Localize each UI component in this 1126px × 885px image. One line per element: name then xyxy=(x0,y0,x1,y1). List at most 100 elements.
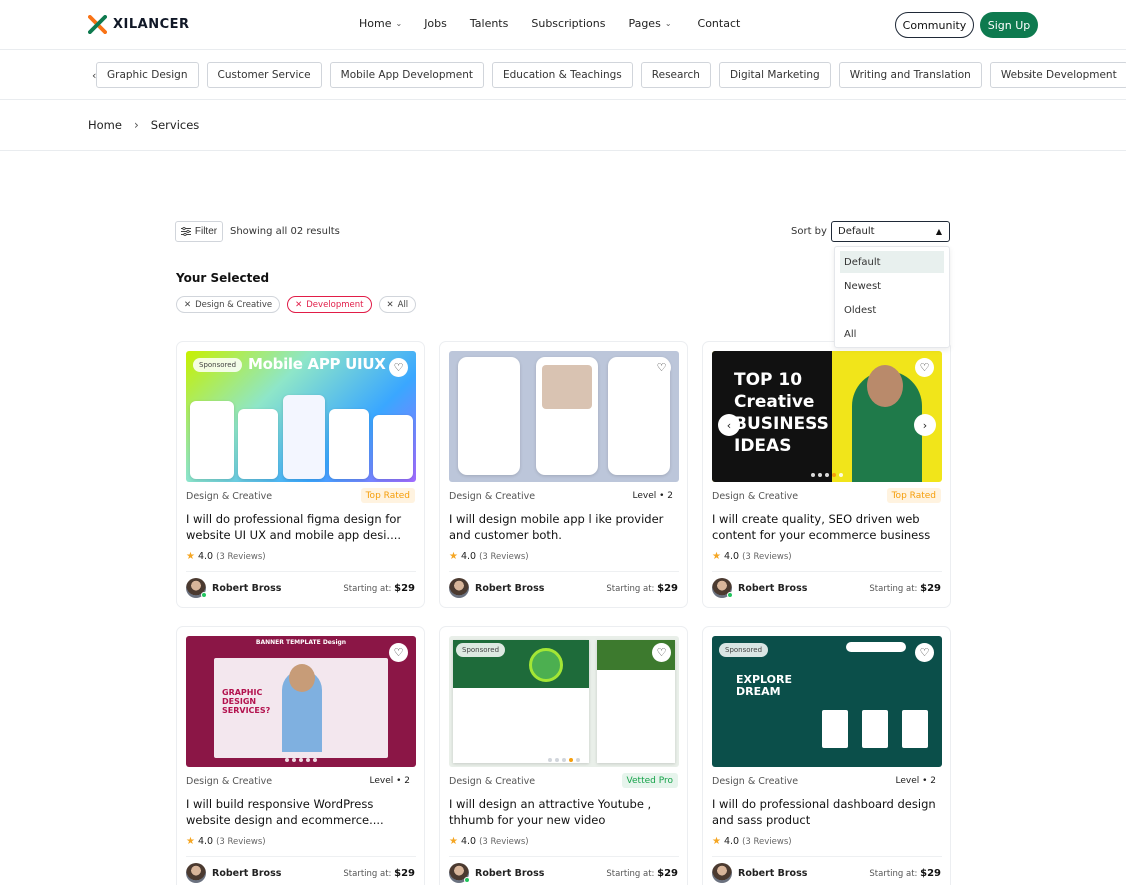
carousel-dot[interactable] xyxy=(285,758,289,762)
service-thumbnail[interactable]: ♡ xyxy=(449,351,679,482)
close-icon[interactable]: ✕ xyxy=(387,300,394,310)
sort-option-oldest[interactable]: Oldest xyxy=(840,299,944,321)
carousel-dot[interactable] xyxy=(313,758,317,762)
card-author[interactable]: Robert Bross xyxy=(186,863,281,883)
breadcrumb: Home › Services xyxy=(88,118,199,132)
card-title[interactable]: I will design mobile app l ike provider … xyxy=(449,511,681,543)
nav-jobs[interactable]: Jobs xyxy=(424,17,447,30)
nav-home-label: Home xyxy=(359,17,392,30)
sort-select[interactable]: Default ▲ xyxy=(831,221,950,242)
review-count: (3 Reviews) xyxy=(742,836,792,847)
heart-icon[interactable]: ♡ xyxy=(915,358,934,377)
category-graphic-design[interactable]: Graphic Design xyxy=(96,62,199,88)
heart-icon[interactable]: ♡ xyxy=(652,643,671,662)
heart-icon[interactable]: ♡ xyxy=(389,643,408,662)
phone-mockup xyxy=(373,415,413,479)
nav-home[interactable]: Home ⌄ xyxy=(359,17,402,30)
hero-portrait xyxy=(529,648,563,682)
chip-development[interactable]: ✕ Development xyxy=(287,296,372,313)
card-author[interactable]: Robert Bross xyxy=(449,578,544,598)
heart-icon[interactable]: ♡ xyxy=(915,643,934,662)
signup-button[interactable]: Sign Up xyxy=(980,12,1038,38)
author-name: Robert Bross xyxy=(212,867,282,879)
chip-all[interactable]: ✕ All xyxy=(378,296,417,313)
card-category: Design & Creative xyxy=(449,776,536,787)
card-badge: Top Rated xyxy=(360,488,415,503)
card-author[interactable]: Robert Bross xyxy=(712,578,807,598)
service-thumbnail[interactable]: Mobile APP UIUX Sponsored ♡ xyxy=(186,351,416,482)
carousel-dots xyxy=(811,473,843,477)
carousel-dot[interactable] xyxy=(292,758,296,762)
chevron-right-icon[interactable]: › xyxy=(1028,69,1032,82)
service-card[interactable]: Sponsored ♡ Design & Creative Vetted Pro… xyxy=(439,626,688,885)
carousel-dot[interactable] xyxy=(818,473,822,477)
card-title[interactable]: I will do professional figma design for … xyxy=(186,511,418,543)
card-rating: ★ 4.0 (3 Reviews) xyxy=(186,836,266,847)
banner-text: GRAPHIC DESIGN SERVICES? xyxy=(222,688,271,715)
category-writing-translation[interactable]: Writing and Translation xyxy=(838,62,982,88)
avatar xyxy=(712,863,732,883)
carousel-dot[interactable] xyxy=(555,758,559,762)
community-button[interactable]: Community xyxy=(895,12,974,38)
category-mobile-app-development[interactable]: Mobile App Development xyxy=(329,62,484,88)
card-badge: Vetted Pro xyxy=(621,773,678,788)
sort-option-all[interactable]: All xyxy=(840,323,944,345)
close-icon[interactable]: ✕ xyxy=(295,300,302,310)
rating-value: 4.0 xyxy=(723,836,740,847)
heart-icon[interactable]: ♡ xyxy=(652,358,671,377)
card-author[interactable]: Robert Bross xyxy=(186,578,281,598)
filter-icon xyxy=(180,227,191,236)
nav-contact[interactable]: Contact xyxy=(698,17,741,30)
category-website-development[interactable]: Website Development xyxy=(989,62,1126,88)
service-card[interactable]: Mobile APP UIUX Sponsored ♡ Design & Cre… xyxy=(176,341,425,608)
chevron-left-icon[interactable]: ‹ xyxy=(718,414,740,436)
sort-option-default[interactable]: Default xyxy=(840,251,944,273)
card-title[interactable]: I will design an attractive Youtube , th… xyxy=(449,796,681,828)
carousel-dot[interactable] xyxy=(562,758,566,762)
heart-icon[interactable]: ♡ xyxy=(389,358,408,377)
carousel-dot[interactable] xyxy=(569,758,573,762)
product-image xyxy=(542,365,592,409)
card-author[interactable]: Robert Bross xyxy=(449,863,544,883)
service-thumbnail[interactable]: EXPLORE DREAM Sponsored ♡ xyxy=(712,636,942,767)
brand-logo[interactable]: XILANCER xyxy=(88,15,190,34)
category-research[interactable]: Research xyxy=(640,62,711,88)
card-price: Starting at: $29 xyxy=(869,868,941,879)
service-card[interactable]: TOP 10 Creative BUSINESS IDEAS ‹ › ♡ Des… xyxy=(702,341,951,608)
card-title[interactable]: I will create quality, SEO driven web co… xyxy=(712,511,944,543)
chevron-down-icon: ⌄ xyxy=(395,19,403,28)
nav-pages[interactable]: Pages ⌄ xyxy=(628,17,671,30)
carousel-dot[interactable] xyxy=(548,758,552,762)
chip-design-creative[interactable]: ✕ Design & Creative xyxy=(176,296,281,313)
carousel-dot[interactable] xyxy=(825,473,829,477)
breadcrumb-home[interactable]: Home xyxy=(88,118,122,132)
carousel-dot[interactable] xyxy=(811,473,815,477)
filter-button[interactable]: Filter xyxy=(175,221,223,242)
carousel-dot[interactable] xyxy=(832,473,836,477)
service-card[interactable]: EXPLORE DREAM Sponsored ♡ Design & Creat… xyxy=(702,626,951,885)
service-thumbnail[interactable]: TOP 10 Creative BUSINESS IDEAS ‹ › ♡ xyxy=(712,351,942,482)
category-customer-service[interactable]: Customer Service xyxy=(206,62,322,88)
close-icon[interactable]: ✕ xyxy=(184,300,191,310)
sort-option-newest[interactable]: Newest xyxy=(840,275,944,297)
carousel-dot[interactable] xyxy=(576,758,580,762)
service-thumbnail[interactable]: Sponsored ♡ xyxy=(449,636,679,767)
sort-dropdown-menu: Default Newest Oldest All xyxy=(834,246,950,348)
card-title[interactable]: I will build responsive WordPress websit… xyxy=(186,796,418,828)
price-label: Starting at: xyxy=(343,584,392,594)
nav-subscriptions[interactable]: Subscriptions xyxy=(531,17,605,30)
card-title[interactable]: I will do professional dashboard design … xyxy=(712,796,944,828)
category-education-teachings[interactable]: Education & Teachings xyxy=(491,62,633,88)
card-author[interactable]: Robert Bross xyxy=(712,863,807,883)
chevron-right-icon[interactable]: › xyxy=(914,414,936,436)
carousel-dot[interactable] xyxy=(839,473,843,477)
service-thumbnail[interactable]: BANNER TEMPLATE Design GRAPHIC DESIGN SE… xyxy=(186,636,416,767)
carousel-dot[interactable] xyxy=(299,758,303,762)
carousel-dot[interactable] xyxy=(306,758,310,762)
nav-talents[interactable]: Talents xyxy=(470,17,508,30)
review-count: (3 Reviews) xyxy=(742,551,792,562)
carousel-dots xyxy=(285,758,317,762)
service-card[interactable]: ♡ Design & Creative Level • 2 I will des… xyxy=(439,341,688,608)
category-digital-marketing[interactable]: Digital Marketing xyxy=(718,62,831,88)
service-card[interactable]: BANNER TEMPLATE Design GRAPHIC DESIGN SE… xyxy=(176,626,425,885)
